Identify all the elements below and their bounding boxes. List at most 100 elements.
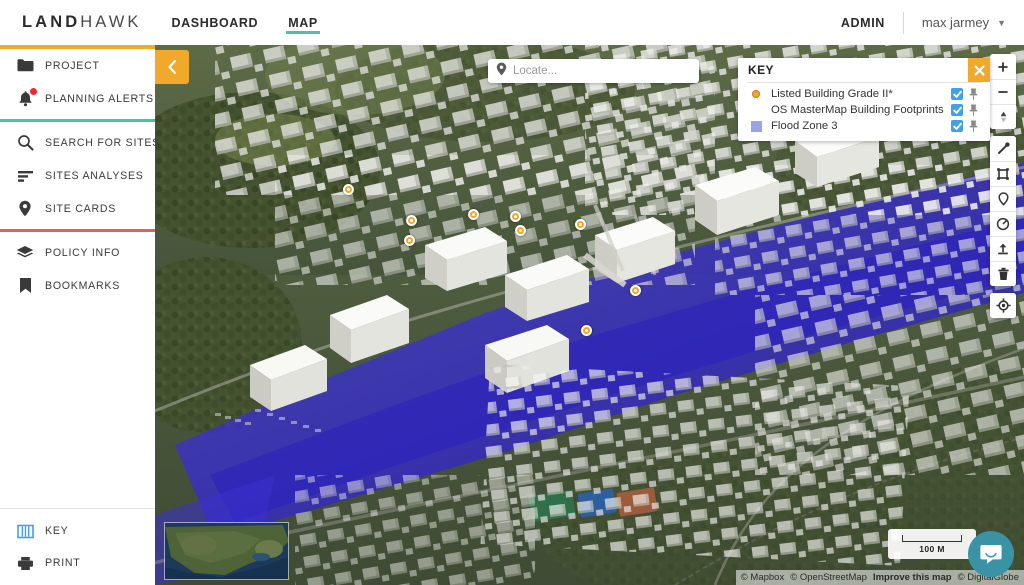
key-row-checkbox[interactable]	[951, 120, 963, 132]
sidebar-item-label: POLICY INFO	[45, 246, 121, 259]
sidebar-bottom-group: KEY PRINT	[0, 508, 155, 585]
sidebar-item-bookmarks[interactable]: BOOKMARKS	[0, 269, 155, 302]
chevron-left-icon	[167, 59, 178, 75]
overview-minimap[interactable]	[164, 522, 289, 580]
left-sidebar: PROJECT PLANNING ALERTS SEARCH FOR SITES…	[0, 45, 159, 585]
user-menu[interactable]: max jarmey ▼	[922, 15, 1006, 30]
sidebar-item-label: KEY	[45, 525, 69, 537]
listed-building-marker[interactable]	[575, 219, 586, 230]
compass-button[interactable]	[990, 104, 1016, 129]
scale-bar-line	[902, 534, 962, 542]
locate-me-group	[990, 293, 1016, 318]
upload-button[interactable]	[990, 236, 1016, 261]
bookmark-icon	[14, 275, 36, 297]
key-row-pin-icon[interactable]	[963, 120, 983, 132]
sidebar-item-key[interactable]: KEY	[0, 515, 155, 547]
listed-building-marker[interactable]	[510, 211, 521, 222]
sidebar-divider-grey	[0, 508, 155, 509]
book-icon	[14, 520, 36, 542]
measure-line-button[interactable]	[990, 136, 1016, 161]
delete-button[interactable]	[990, 261, 1016, 286]
sidebar-item-label: SITES ANALYSES	[45, 169, 144, 182]
draw-rectangle-button[interactable]	[990, 161, 1016, 186]
landhawk-map-app: LANDHAWK DASHBOARD MAP ADMIN max jarmey …	[0, 0, 1024, 585]
pin-icon	[14, 198, 36, 220]
key-row-flood-zone-3: Flood Zone 3	[738, 118, 990, 134]
attribution-mapbox: © Mapbox	[740, 572, 785, 583]
listed-building-marker[interactable]	[343, 184, 354, 195]
key-panel: KEY Listed Building Grade II* OS MasterM…	[738, 58, 990, 141]
chat-bubble-icon[interactable]	[968, 531, 1014, 577]
sidebar-item-policy-info[interactable]: POLICY INFO	[0, 236, 155, 269]
key-row-label: Flood Zone 3	[771, 120, 838, 132]
bell-icon	[14, 87, 37, 110]
user-name: max jarmey	[921, 15, 990, 30]
header-right-group: ADMIN max jarmey ▼	[841, 11, 1006, 34]
app-header: LANDHAWK DASHBOARD MAP ADMIN max jarmey …	[0, 0, 1024, 45]
zoom-in-button[interactable]	[990, 54, 1016, 79]
scale-bar-label: 100 M	[919, 543, 945, 554]
listed-building-marker[interactable]	[406, 215, 417, 226]
sidebar-item-print[interactable]: PRINT	[0, 547, 155, 579]
sidebar-item-site-cards[interactable]: SITE CARDS	[0, 192, 155, 225]
sidebar-item-planning-alerts[interactable]: PLANNING ALERTS	[0, 82, 155, 115]
tab-dashboard[interactable]: DASHBOARD	[166, 0, 265, 45]
sidebar-item-label: SITE CARDS	[45, 202, 117, 215]
listed-building-marker[interactable]	[515, 225, 526, 236]
logo-hawk: HAWK	[80, 13, 142, 31]
listed-building-marker[interactable]	[404, 235, 415, 246]
printer-icon	[14, 552, 36, 574]
key-row-pin-icon[interactable]	[963, 88, 983, 100]
sidebar-item-label: BOOKMARKS	[45, 279, 121, 292]
attribution-openstreetmap: © OpenStreetMap	[790, 572, 867, 583]
scale-bar: 100 M	[888, 529, 976, 559]
key-row-os-mastermap: OS MasterMap Building Footprints	[738, 102, 990, 118]
key-row-label: OS MasterMap Building Footprints	[771, 104, 944, 116]
admin-link[interactable]: ADMIN	[841, 16, 885, 30]
zoom-control-group	[990, 54, 1016, 129]
map-controls	[990, 54, 1016, 318]
key-row-checkbox[interactable]	[951, 104, 963, 116]
header-divider	[902, 11, 904, 34]
search-icon	[14, 132, 36, 154]
sidebar-item-search-for-sites[interactable]: SEARCH FOR SITES	[0, 126, 159, 159]
folder-icon	[14, 55, 36, 77]
key-row-checkbox[interactable]	[951, 88, 963, 100]
draw-tools-group	[990, 136, 1016, 286]
locate-search-box[interactable]	[488, 59, 699, 83]
sidebar-item-label: SEARCH FOR SITES	[45, 136, 161, 149]
tab-map[interactable]: MAP	[282, 0, 324, 45]
key-panel-header: KEY	[738, 58, 990, 82]
main-nav: DASHBOARD MAP	[166, 0, 324, 45]
key-panel-divider	[747, 82, 981, 83]
improve-this-map-link[interactable]: Improve this map	[873, 572, 952, 583]
key-row-label: Listed Building Grade II*	[771, 88, 893, 100]
key-row-listed-building: Listed Building Grade II*	[738, 86, 990, 102]
sidebar-item-project[interactable]: PROJECT	[0, 49, 155, 82]
close-icon[interactable]	[968, 58, 990, 82]
key-panel-title: KEY	[748, 63, 774, 77]
key-row-pin-icon[interactable]	[963, 104, 983, 116]
zoom-out-button[interactable]	[990, 79, 1016, 104]
sidebar-divider-green	[0, 119, 155, 122]
listed-building-marker[interactable]	[581, 325, 592, 336]
draw-circle-button[interactable]	[990, 211, 1016, 236]
logo-land: LAND	[22, 13, 81, 31]
map-viewport[interactable]: KEY Listed Building Grade II* OS MasterM…	[155, 45, 1024, 585]
app-logo[interactable]: LANDHAWK	[22, 13, 142, 32]
sidebar-item-label: PROJECT	[45, 59, 100, 72]
draw-marker-button[interactable]	[990, 186, 1016, 211]
sidebar-item-label: PLANNING ALERTS	[45, 92, 154, 105]
listed-building-marker[interactable]	[630, 285, 641, 296]
locate-me-button[interactable]	[990, 293, 1016, 318]
sidebar-item-label: PRINT	[45, 557, 81, 569]
location-pin-icon	[496, 62, 507, 81]
locate-input[interactable]	[513, 65, 691, 77]
minimap-canvas	[165, 523, 288, 579]
flood-zone-swatch-icon	[748, 120, 764, 132]
listed-building-marker[interactable]	[468, 209, 479, 220]
sidebar-item-sites-analyses[interactable]: SITES ANALYSES	[0, 159, 155, 192]
collapse-sidebar-button[interactable]	[155, 50, 189, 84]
layers-icon	[14, 242, 36, 264]
chevron-down-icon: ▼	[997, 17, 1006, 28]
